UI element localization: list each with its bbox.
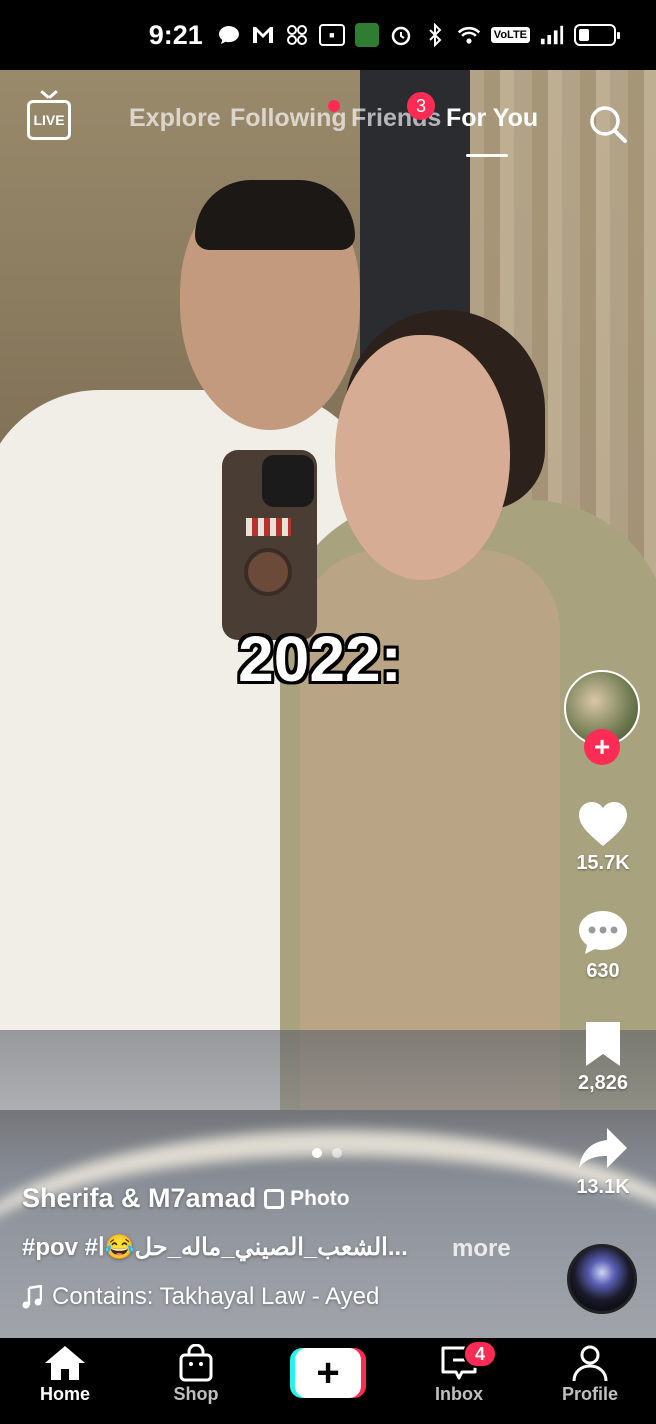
author-name[interactable]: Sherifa & M7amad <box>22 1183 256 1214</box>
music-note-icon <box>22 1284 43 1309</box>
following-new-dot <box>328 100 340 112</box>
comment-count: 630 <box>586 960 620 982</box>
save-count: 2,826 <box>577 1072 629 1094</box>
more-link[interactable]: more <box>452 1235 511 1263</box>
volte-label: VoLTE <box>490 27 530 43</box>
share-icon <box>577 1124 629 1172</box>
chat-icon <box>217 23 241 47</box>
save-button[interactable]: 2,826 <box>560 1020 646 1095</box>
sound-title: Contains: Takhayal Law - Ayed <box>52 1283 380 1310</box>
live-icon[interactable]: LIVE <box>27 100 71 140</box>
signal-icon <box>540 23 564 47</box>
active-tab-indicator <box>466 154 508 157</box>
friends-badge: 3 <box>407 92 435 120</box>
wifi-icon <box>457 23 481 47</box>
person-right-head <box>335 335 510 580</box>
nav-home-label: Home <box>39 1384 90 1404</box>
nav-inbox[interactable]: Inbox <box>404 1344 514 1405</box>
pinwheel-icon <box>285 23 309 47</box>
status-time: 9:21 <box>148 19 203 50</box>
home-icon <box>43 1344 87 1382</box>
bookmark-icon <box>577 1020 629 1068</box>
app-notification-icon <box>354 23 379 47</box>
text-overlay: 2022: <box>0 622 656 696</box>
pager-dot <box>332 1148 342 1158</box>
phone-camera <box>262 455 314 507</box>
inbox-badge: 4 <box>463 1340 497 1368</box>
sound-row[interactable]: Contains: Takhayal Law - Ayed <box>22 1283 379 1311</box>
share-count: 13.1K <box>576 1176 630 1198</box>
plus-icon: + <box>295 1348 361 1398</box>
tab-for-you[interactable]: For You <box>446 104 538 133</box>
comment-icon <box>577 908 629 956</box>
sound-disc-icon[interactable] <box>567 1244 637 1314</box>
pager-dot-active <box>312 1148 322 1158</box>
status-bar: 9:21 ■ VoLTE <box>0 0 656 70</box>
phone-grip <box>244 548 292 596</box>
caption-description[interactable]: #pov #الشعب_الصيني_ماله_حل😂ا... <box>22 1233 408 1262</box>
search-icon[interactable] <box>588 104 628 144</box>
photo-icon <box>264 1188 285 1209</box>
mail-icon <box>251 23 275 47</box>
create-button[interactable]: + <box>290 1348 366 1398</box>
person-left-hair <box>195 180 355 250</box>
phone-case-pattern <box>246 518 291 536</box>
like-button[interactable]: 15.7K <box>560 800 646 875</box>
nav-inbox-label: Inbox <box>435 1384 483 1404</box>
top-nav: LIVE Explore Following Friends 3 For You <box>0 90 656 170</box>
tab-explore[interactable]: Explore <box>129 104 221 133</box>
share-button[interactable]: 13.1K <box>560 1124 646 1199</box>
overlay-year-text: 2022: <box>238 623 402 695</box>
photo-label: Photo <box>290 1186 350 1210</box>
nav-shop-label: Shop <box>173 1384 219 1404</box>
nav-profile[interactable]: Profile <box>535 1344 645 1405</box>
photo-badge: Photo <box>264 1186 350 1211</box>
shop-bag-icon <box>174 1343 218 1382</box>
live-label: LIVE <box>33 112 65 128</box>
profile-icon <box>568 1344 612 1382</box>
alarm-icon <box>389 23 413 47</box>
follow-button[interactable]: + <box>584 729 620 765</box>
like-count: 15.7K <box>576 852 630 874</box>
bluetooth-icon <box>423 23 447 47</box>
media-icon: ■ <box>318 24 345 46</box>
comment-button[interactable]: 630 <box>560 908 646 983</box>
nav-home[interactable]: Home <box>10 1344 120 1405</box>
nav-shop[interactable]: Shop <box>141 1343 251 1405</box>
bottom-nav: Home Shop + Inbox 4 Profile <box>0 1338 656 1424</box>
author-row: Sherifa & M7amad Photo <box>22 1183 350 1214</box>
battery-icon <box>574 24 620 46</box>
heart-icon <box>577 800 629 848</box>
photo-pager <box>312 1148 342 1158</box>
nav-profile-label: Profile <box>561 1384 618 1404</box>
